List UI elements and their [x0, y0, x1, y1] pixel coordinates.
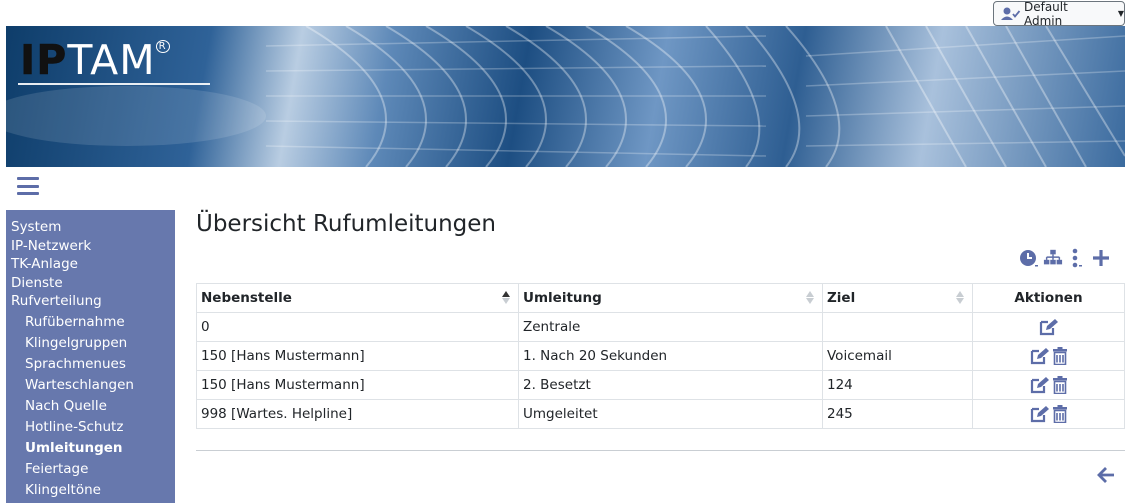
cell-nebenstelle: 150 [Hans Mustermann]: [196, 370, 519, 400]
cell-umleitung: Zentrale: [518, 312, 823, 342]
content-divider: [196, 450, 1125, 451]
table-header-row: Nebenstelle Umleitung Ziel Aktionen: [196, 283, 1125, 313]
sidebar-subitem-umleitungen[interactable]: Umleitungen: [6, 438, 175, 459]
sidebar-item-rufverteilung[interactable]: Rufverteilung: [6, 292, 175, 311]
table-row: 150 [Hans Mustermann] 1. Nach 20 Sekunde…: [196, 341, 1125, 371]
sidebar: System IP-Netzwerk TK-Anlage Dienste Ruf…: [6, 210, 175, 503]
logo: IPTAM R: [20, 39, 170, 81]
cell-ziel: [822, 312, 973, 342]
redirects-table: Nebenstelle Umleitung Ziel Aktionen 0 Ze…: [196, 283, 1125, 429]
column-header-aktionen: Aktionen: [972, 283, 1125, 313]
table-row: 998 [Wartes. Helpline] Umgeleitet 245: [196, 399, 1125, 429]
plus-icon[interactable]: [1091, 248, 1111, 268]
sidebar-item-dienste[interactable]: Dienste: [6, 274, 175, 293]
cell-ziel: 124: [822, 370, 973, 400]
toolbar: [1019, 247, 1119, 269]
sort-icon: [806, 291, 814, 304]
sort-icon: [956, 291, 964, 304]
sidebar-subitem-warteschlangen[interactable]: Warteschlangen: [6, 375, 175, 396]
logo-underline: [18, 83, 210, 85]
menu-toggle-icon[interactable]: [17, 177, 39, 195]
edit-icon[interactable]: [1030, 376, 1050, 394]
caret-down-icon: ▼: [1117, 9, 1124, 18]
cell-nebenstelle: 150 [Hans Mustermann]: [196, 341, 519, 371]
cell-actions: [972, 399, 1125, 429]
user-menu-label: Default Admin: [1023, 0, 1068, 28]
arrow-left-icon[interactable]: [1096, 465, 1116, 485]
sidebar-item-system[interactable]: System: [6, 218, 175, 237]
edit-icon[interactable]: [1030, 347, 1050, 365]
cell-ziel: 245: [822, 399, 973, 429]
page-title: Übersicht Rufumleitungen: [196, 211, 496, 237]
sidebar-subitem-feiertage[interactable]: Feiertage: [6, 459, 175, 480]
sidebar-subitem-sprachmenues[interactable]: Sprachmenues: [6, 354, 175, 375]
cell-umleitung: Umgeleitet: [518, 399, 823, 429]
table-row: 150 [Hans Mustermann] 2. Besetzt 124: [196, 370, 1125, 400]
sidebar-item-tk-anlage[interactable]: TK-Anlage: [6, 255, 175, 274]
table-row: 0 Zentrale: [196, 312, 1125, 342]
cell-actions: [972, 341, 1125, 371]
cell-actions: [972, 312, 1125, 342]
edit-icon[interactable]: [1030, 405, 1050, 423]
trash-icon[interactable]: [1052, 376, 1068, 394]
trash-icon[interactable]: [1052, 347, 1068, 365]
sidebar-subitem-klingelgruppen[interactable]: Klingelgruppen: [6, 333, 175, 354]
cell-nebenstelle: 998 [Wartes. Helpline]: [196, 399, 519, 429]
cell-ziel: Voicemail: [822, 341, 973, 371]
user-menu-button[interactable]: Default Admin ▼: [993, 0, 1125, 28]
sidebar-subitem-hotline-schutz[interactable]: Hotline-Schutz: [6, 417, 175, 438]
sidebar-subitem-nach-quelle[interactable]: Nach Quelle: [6, 396, 175, 417]
sidebar-subitem-klingeltoene[interactable]: Klingeltöne: [6, 480, 175, 501]
column-header-umleitung[interactable]: Umleitung: [518, 283, 823, 313]
cell-nebenstelle: 0: [196, 312, 519, 342]
column-header-nebenstelle[interactable]: Nebenstelle: [196, 283, 519, 313]
sidebar-subitem-rufuebernahme[interactable]: Rufübernahme: [6, 312, 175, 333]
sidebar-item-ip-netzwerk[interactable]: IP-Netzwerk: [6, 237, 175, 256]
sitemap-icon[interactable]: [1043, 248, 1063, 268]
column-header-ziel[interactable]: Ziel: [822, 283, 973, 313]
clock-icon[interactable]: [1019, 248, 1039, 268]
cell-umleitung: 1. Nach 20 Sekunden: [518, 341, 823, 371]
banner-grid-pattern: [6, 26, 1125, 167]
user-check-icon: [1001, 7, 1021, 20]
edit-icon[interactable]: [1039, 318, 1059, 336]
trash-icon[interactable]: [1052, 405, 1068, 423]
ellipsis-vertical-icon[interactable]: [1067, 248, 1087, 268]
header-banner: IPTAM R: [6, 26, 1125, 167]
cell-umleitung: 2. Besetzt: [518, 370, 823, 400]
sort-icon: [502, 291, 510, 304]
cell-actions: [972, 370, 1125, 400]
